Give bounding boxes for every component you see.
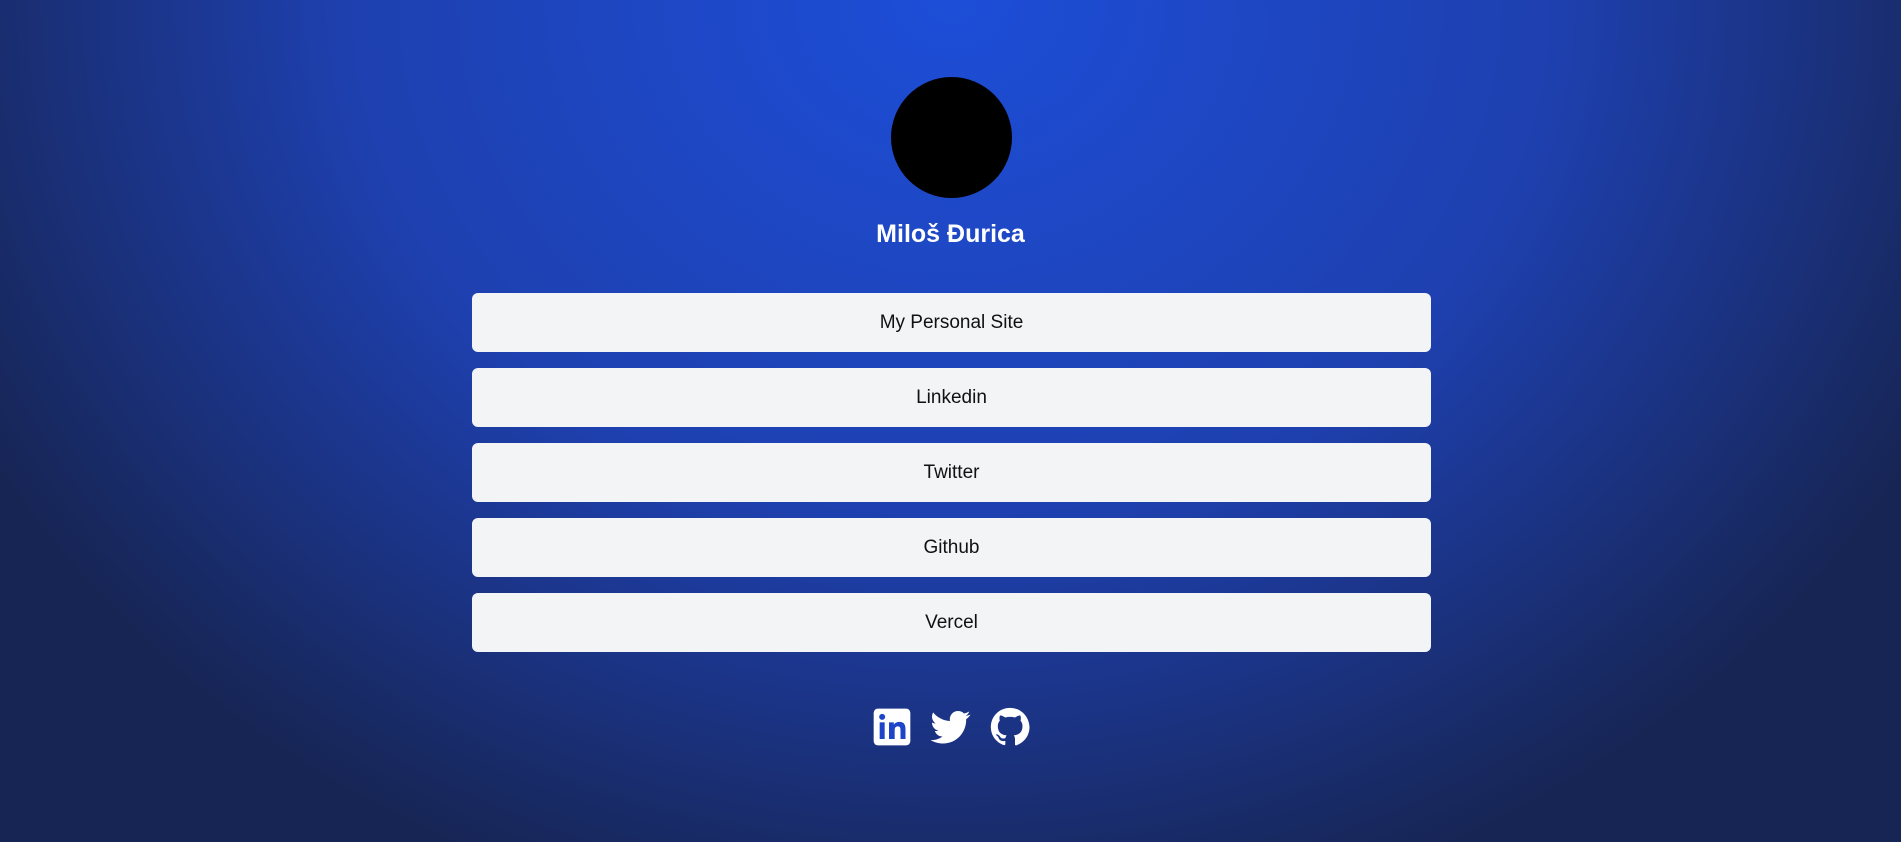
link-personal-site-button[interactable]: My Personal Site xyxy=(472,293,1431,352)
github-icon[interactable] xyxy=(990,707,1030,747)
twitter-icon[interactable] xyxy=(930,707,971,747)
github-icon-svg xyxy=(990,707,1029,746)
twitter-icon-svg xyxy=(930,711,970,744)
linkedin-icon[interactable] xyxy=(872,707,912,747)
link-list: My Personal Site Linkedin Twitter Github… xyxy=(472,293,1431,668)
linkedin-icon-svg xyxy=(873,708,910,746)
link-linkedin-button[interactable]: Linkedin xyxy=(472,368,1431,427)
profile-name: Miloš Đurica xyxy=(876,220,1025,248)
page-root: Miloš Đurica My Personal Site Linkedin T… xyxy=(0,0,1901,842)
avatar xyxy=(891,77,1012,198)
link-twitter-button[interactable]: Twitter xyxy=(472,443,1431,502)
link-vercel-button[interactable]: Vercel xyxy=(472,593,1431,652)
social-icons xyxy=(0,707,1901,747)
link-github-button[interactable]: Github xyxy=(472,518,1431,577)
